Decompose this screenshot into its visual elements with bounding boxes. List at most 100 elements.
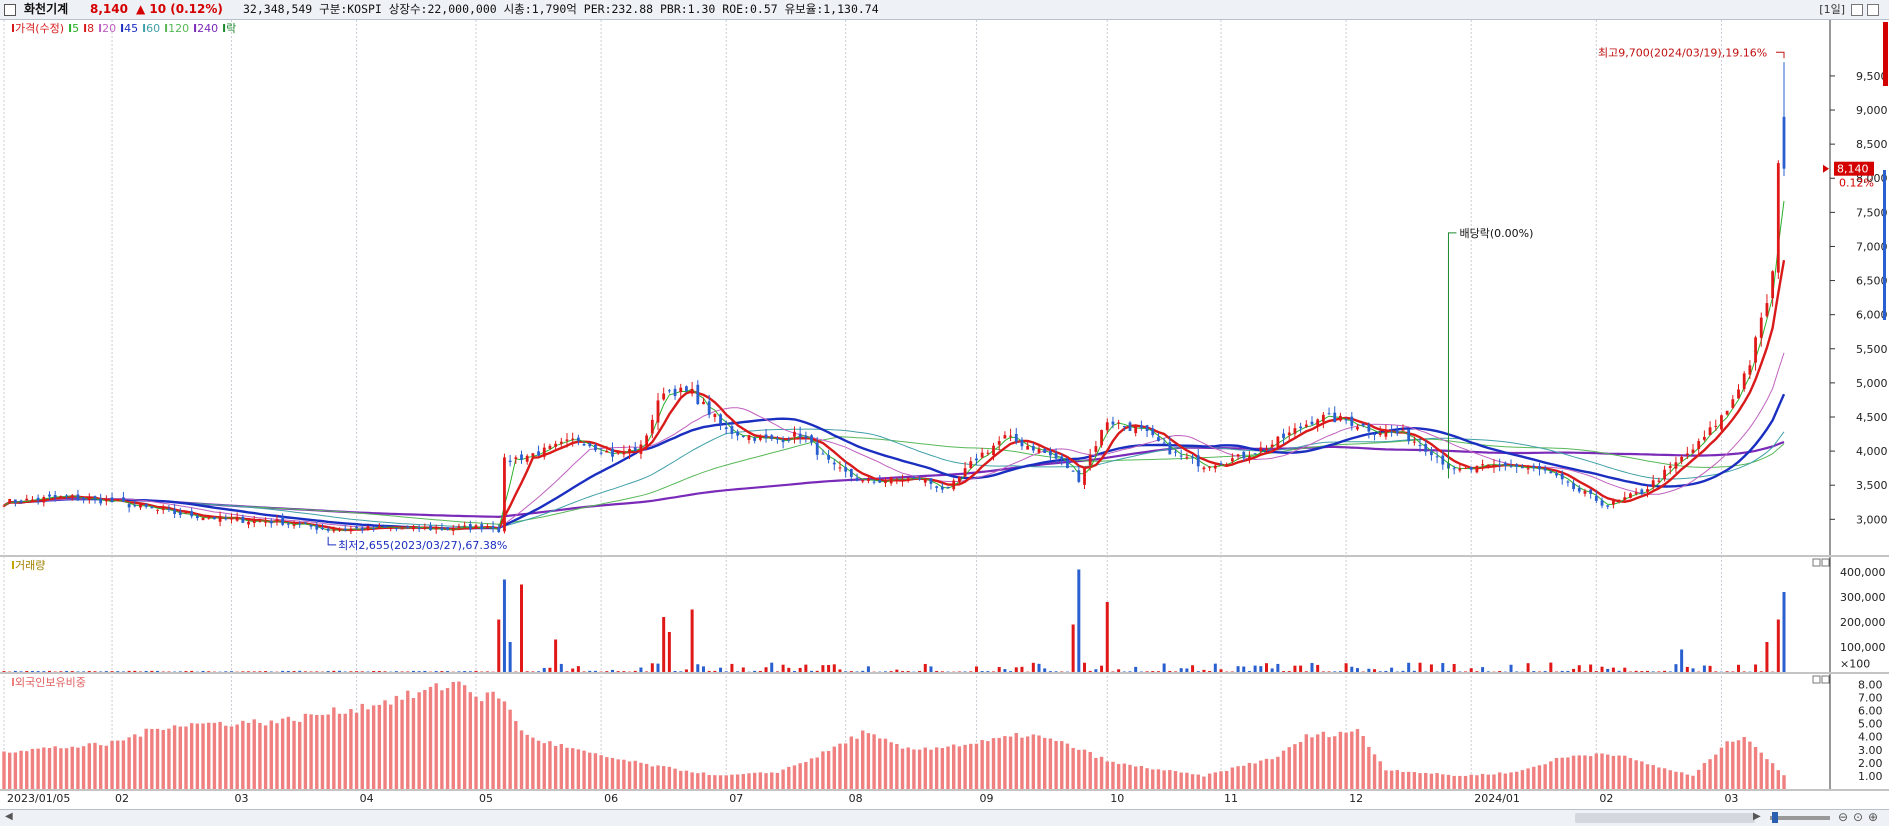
volume-bar — [719, 667, 723, 672]
volume-bar — [855, 671, 859, 672]
foreign-ratio-bar — [275, 723, 279, 789]
candle-body — [48, 494, 51, 497]
volume-bar — [849, 671, 853, 672]
candle-body — [1503, 462, 1507, 466]
candle-body — [1333, 412, 1337, 423]
foreign-ratio-bar — [946, 746, 950, 789]
volume-bar — [844, 671, 848, 672]
foreign-ratio-bar — [804, 761, 808, 789]
foreign-ratio-bar — [1259, 760, 1263, 789]
candle-body — [116, 499, 120, 501]
candle-body — [13, 499, 17, 503]
volume-bar — [565, 671, 569, 672]
x-tick-label: 02 — [115, 792, 129, 805]
legend-swatch — [69, 24, 72, 32]
candle-body — [1430, 451, 1433, 456]
volume-bar — [1509, 664, 1513, 672]
volume-bar — [30, 671, 34, 672]
foreign-tick-label: 5.00 — [1858, 718, 1883, 731]
volume-bar — [281, 670, 285, 672]
low-annotation: 최저2,655(2023/03/27),67.38% — [338, 539, 507, 552]
candle-body — [884, 481, 887, 484]
candle-body — [918, 478, 921, 480]
volume-bar — [1663, 670, 1667, 672]
volume-bar — [741, 667, 745, 672]
foreign-ratio-bar — [531, 737, 535, 789]
volume-bar — [502, 579, 506, 672]
candle-body — [1646, 489, 1649, 492]
foreign-ratio-bar — [1583, 755, 1587, 789]
volume-bar — [133, 670, 137, 672]
foreign-ratio-bar — [872, 734, 876, 789]
chart-scrollbar[interactable]: ◀ ▶ ⊖ ⊙ ⊕ — [0, 809, 1889, 826]
legend-item: 5 — [72, 22, 79, 35]
candle-body — [992, 445, 995, 456]
zoom-slider-knob[interactable] — [1772, 812, 1778, 823]
select-checkbox[interactable] — [4, 4, 16, 16]
foreign-ratio-bar — [1048, 738, 1053, 789]
candle-body — [1606, 505, 1610, 507]
zoom-slider[interactable] — [1770, 816, 1830, 820]
candle-body — [1287, 432, 1291, 436]
candle-body — [719, 414, 722, 424]
candle-body — [946, 486, 950, 488]
candle-body — [1589, 489, 1593, 494]
price-tick-label: 6,000 — [1856, 309, 1888, 322]
close-icon[interactable] — [1867, 4, 1879, 16]
scroll-left-icon[interactable]: ◀ — [5, 811, 13, 822]
volume-bar — [1691, 668, 1695, 672]
volume-bar — [1242, 666, 1246, 672]
foreign-ratio-bar — [127, 737, 131, 789]
minimize-icon[interactable] — [1851, 4, 1863, 16]
zoom-reset-icon[interactable]: ⊙ — [1853, 810, 1863, 824]
foreign-ratio-bar — [1782, 775, 1786, 789]
foreign-ratio-bar — [1043, 737, 1047, 789]
stock-chart[interactable]: 2023/01/05 02 03 04 05 06 07 08 09 10 11 12 2024/01 0… — [0, 20, 1889, 809]
foreign-ratio-bar — [1145, 768, 1149, 789]
foreign-ratio-bar — [389, 704, 393, 789]
price-tick-label: 4,000 — [1856, 445, 1888, 458]
foreign-ratio-bar — [263, 725, 268, 789]
volume-bar — [810, 670, 814, 672]
candle-body — [1594, 495, 1598, 501]
foreign-ratio-bar — [883, 738, 888, 789]
candle-body — [1356, 427, 1359, 430]
foreign-ratio-bar — [1065, 743, 1070, 789]
candle-body — [468, 524, 472, 530]
foreign-ratio-bar — [1662, 768, 1667, 789]
foreign-ratio-bar — [189, 723, 194, 789]
candle-body — [451, 529, 455, 531]
candle-body — [434, 528, 438, 530]
volume-bar — [1094, 669, 1098, 672]
legend-item: 45 — [124, 22, 138, 35]
zoom-in-icon[interactable]: ⊕ — [1868, 810, 1878, 824]
foreign-ratio-bar — [155, 728, 160, 789]
volume-bar — [178, 671, 182, 672]
candle-body — [8, 498, 12, 504]
period-label[interactable]: [1일] — [1819, 0, 1845, 19]
candle-body — [372, 528, 376, 530]
volume-bar — [1162, 663, 1166, 672]
volume-bar — [87, 670, 91, 672]
volume-pane-background — [0, 557, 1889, 672]
candle-body — [446, 527, 449, 530]
foreign-ratio-bar — [241, 720, 245, 789]
foreign-ratio-bar — [1560, 757, 1564, 789]
foreign-ratio-bar — [1321, 731, 1326, 789]
candle-body — [1424, 443, 1428, 452]
foreign-ratio-bar — [1242, 765, 1246, 789]
volume-bar — [525, 671, 529, 672]
candle-body — [1583, 491, 1587, 494]
zoom-out-icon[interactable]: ⊖ — [1838, 810, 1848, 824]
scroll-thumb[interactable] — [1575, 813, 1755, 823]
volume-bar — [1486, 671, 1490, 672]
candle-body — [1720, 415, 1723, 430]
candle-body — [349, 528, 353, 532]
volume-bar — [571, 668, 575, 672]
foreign-ratio-bar — [1452, 775, 1456, 789]
legend-item: 8 — [87, 22, 94, 35]
candle-body — [628, 448, 631, 454]
foreign-ratio-bar — [599, 755, 603, 789]
scroll-right-icon[interactable]: ▶ — [1753, 811, 1761, 822]
candle-body — [508, 460, 512, 463]
